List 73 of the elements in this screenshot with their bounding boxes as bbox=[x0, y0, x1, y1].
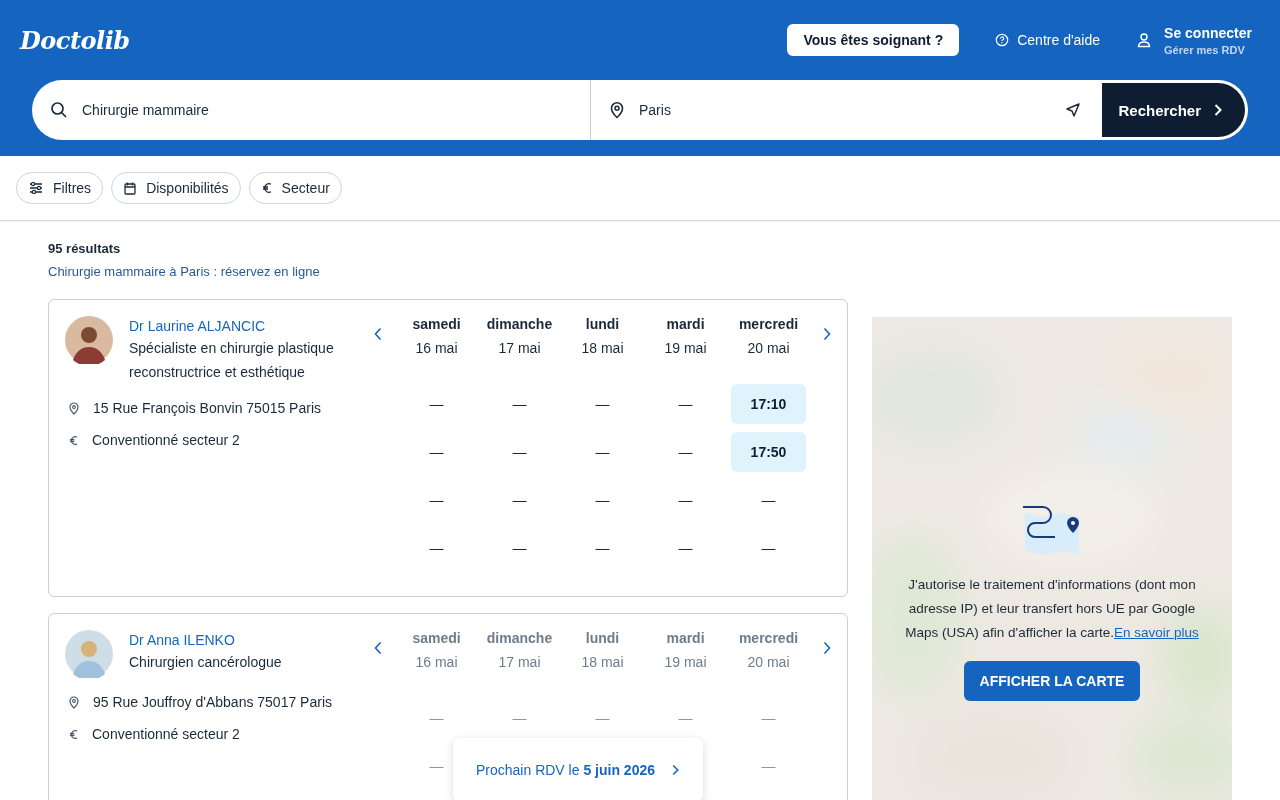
day-date: 16 mai bbox=[415, 340, 458, 356]
login-link[interactable]: Se connecter Gérer mes RDV bbox=[1136, 24, 1252, 56]
no-slot-dash: — bbox=[512, 396, 527, 412]
day-date: 17 mai bbox=[498, 340, 541, 356]
day-name: mercredi bbox=[738, 316, 799, 332]
day-date: 18 mai bbox=[581, 654, 624, 670]
pro-button[interactable]: Vous êtes soignant ? bbox=[787, 24, 960, 56]
day-name: samedi bbox=[412, 630, 461, 646]
no-slot-dash: — bbox=[678, 710, 693, 726]
show-map-button[interactable]: AFFICHER LA CARTE bbox=[963, 661, 1141, 701]
no-slot-dash: — bbox=[429, 758, 444, 774]
doctor-address: 15 Rue François Bonvin 75015 Paris bbox=[93, 400, 322, 416]
no-slot-dash: — bbox=[429, 540, 444, 556]
no-slot-dash: — bbox=[595, 444, 610, 460]
day-date: 19 mai bbox=[664, 340, 707, 356]
no-slot-dash: — bbox=[761, 492, 776, 508]
no-slot-dash: — bbox=[761, 710, 776, 726]
no-slot-dash: — bbox=[512, 540, 527, 556]
no-slot-dash: — bbox=[512, 710, 527, 726]
day-name: lundi bbox=[585, 316, 620, 332]
no-slot-dash: — bbox=[429, 492, 444, 508]
results-count: 95 résultats bbox=[48, 241, 122, 256]
doctor-specialty: Spécialiste en chirurgie plastique reconstructrice et esthétique bbox=[129, 339, 335, 382]
learn-more-link[interactable]: En savoir plus bbox=[1113, 625, 1199, 640]
next-appointment-button[interactable]: Prochain RDV le 5 juin 2026 bbox=[453, 738, 703, 800]
no-slot-dash: — bbox=[429, 710, 444, 726]
login-subtitle: Gérer mes RDV bbox=[1164, 43, 1246, 56]
login-title: Se connecter bbox=[1164, 24, 1252, 41]
day-date: 16 mai bbox=[415, 654, 458, 670]
no-slot-dash: — bbox=[678, 540, 693, 556]
no-slot-dash: — bbox=[678, 492, 693, 508]
no-slot-dash: — bbox=[678, 444, 693, 460]
no-slot-dash: — bbox=[595, 492, 610, 508]
help-link[interactable]: Centre d'aide bbox=[995, 32, 1101, 48]
day-date: 20 mai bbox=[747, 340, 790, 356]
search-button[interactable]: Rechercher bbox=[1102, 83, 1245, 137]
doctor-sector: Conventionné secteur 2 bbox=[92, 432, 240, 448]
filter-chip[interactable]: Secteur bbox=[248, 172, 342, 204]
day-date: 20 mai bbox=[747, 654, 790, 670]
day-name: mardi bbox=[666, 316, 705, 332]
filter-chip[interactable]: Disponibilités bbox=[111, 172, 241, 204]
logo[interactable]: Doctolib bbox=[20, 25, 130, 55]
no-slot-dash: — bbox=[429, 396, 444, 412]
no-slot-dash: — bbox=[512, 492, 527, 508]
filter-chip[interactable]: Filtres bbox=[16, 172, 104, 204]
no-slot-dash: — bbox=[512, 444, 527, 460]
search-field[interactable]: Chirurgie mammaire bbox=[80, 101, 590, 119]
map-consent-text: J'autorise le traitement d'informations (dont mon adresse IP) et leur transfert hors UE par Google Maps (USA) afin d'afficher la carte.En savoir plus bbox=[904, 576, 1200, 642]
day-name: dimanche bbox=[486, 630, 553, 646]
day-name: dimanche bbox=[486, 316, 553, 332]
no-slot-dash: — bbox=[429, 444, 444, 460]
doctor-name-link[interactable]: Dr Anna ILENKO bbox=[129, 632, 282, 648]
day-name: lundi bbox=[585, 630, 620, 646]
no-slot-dash: — bbox=[678, 396, 693, 412]
day-date: 17 mai bbox=[498, 654, 541, 670]
time-slot-button[interactable]: 17:10 bbox=[731, 384, 806, 424]
day-date: 19 mai bbox=[664, 654, 707, 670]
doctor-name-link[interactable]: Dr Laurine ALJANCIC bbox=[129, 318, 365, 334]
no-slot-dash: — bbox=[595, 710, 610, 726]
day-name: mardi bbox=[666, 630, 705, 646]
day-name: samedi bbox=[412, 316, 461, 332]
doctor-specialty: Chirurgien cancérologue bbox=[129, 653, 282, 672]
day-name: mercredi bbox=[738, 630, 799, 646]
location-field[interactable]: Paris bbox=[637, 101, 1054, 119]
no-slot-dash: — bbox=[761, 540, 776, 556]
results-subtitle: Chirurgie mammaire à Paris : réservez en ligne bbox=[48, 264, 321, 279]
time-slot-button[interactable]: 17:50 bbox=[731, 432, 806, 472]
no-slot-dash: — bbox=[595, 540, 610, 556]
doctor-address: 95 Rue Jouffroy d'Abbans 75017 Paris bbox=[93, 694, 333, 710]
day-date: 18 mai bbox=[581, 340, 624, 356]
no-slot-dash: — bbox=[595, 396, 610, 412]
doctor-sector: Conventionné secteur 2 bbox=[92, 726, 240, 742]
no-slot-dash: — bbox=[761, 758, 776, 774]
